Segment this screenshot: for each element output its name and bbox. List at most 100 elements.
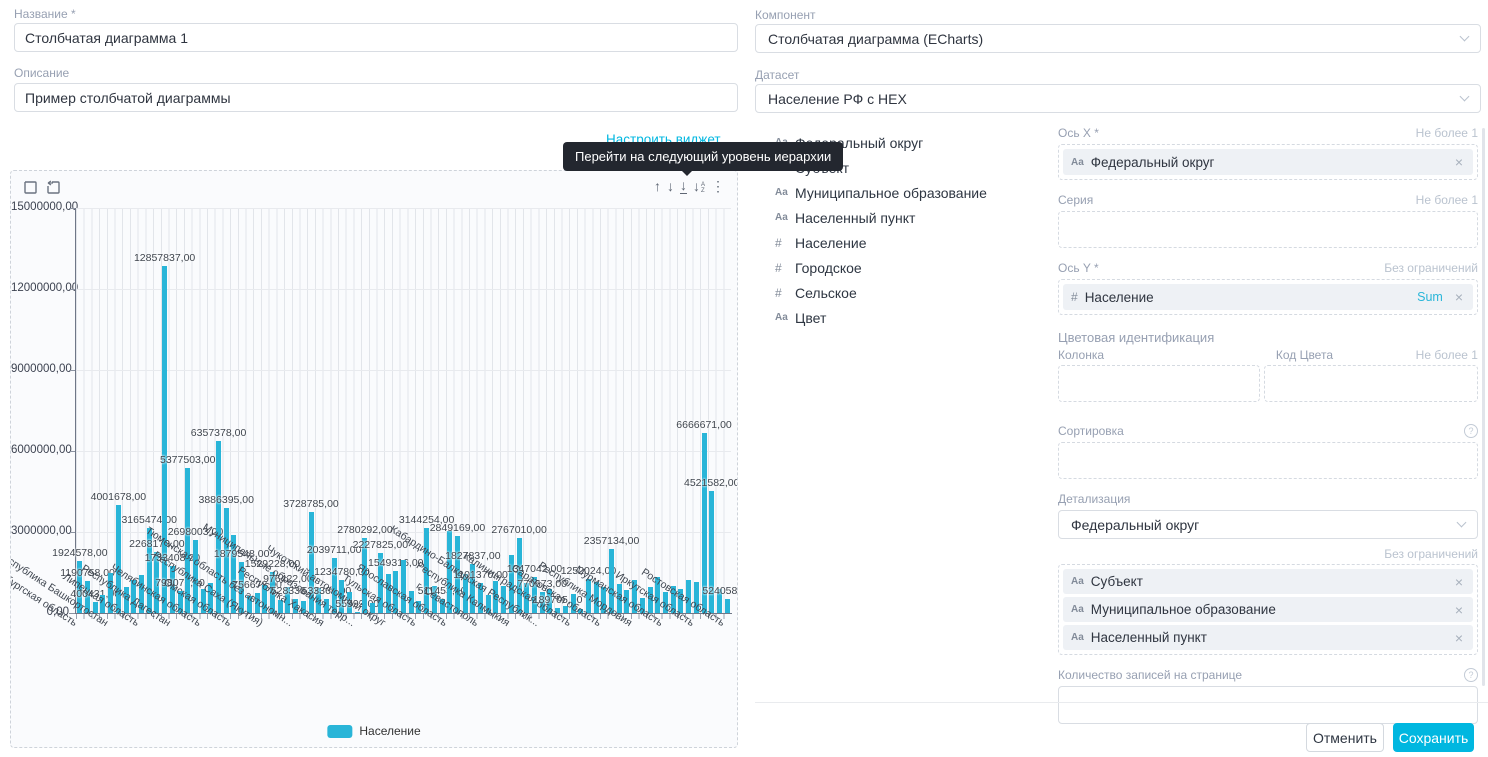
component-select[interactable]: Столбчатая диаграмма (ECharts): [755, 24, 1481, 53]
widget-config-panel: Ось X * Не более 1 Aa Федеральный округ …: [1058, 120, 1478, 724]
text-field-icon: Aa: [1071, 157, 1084, 168]
sorting-label: Сортировка: [1058, 424, 1124, 438]
x-axis-label: Ось X *: [1058, 126, 1099, 140]
cancel-button[interactable]: Отменить: [1306, 723, 1384, 752]
y-gridline: [76, 289, 731, 290]
hierarchy-tooltip: Перейти на следующий уровень иерархии: [563, 142, 843, 171]
field-label: Населенный пункт: [795, 210, 915, 226]
arrow-down-to-bar-icon[interactable]: ↓: [680, 178, 687, 194]
help-icon[interactable]: ?: [1464, 668, 1478, 682]
dataset-field-item[interactable]: AaЦвет: [775, 305, 1040, 330]
tooltip-arrow: [681, 170, 693, 176]
y-tick-label: 6000000,00: [11, 444, 69, 456]
y-axis-chip[interactable]: # Население Sum ×: [1063, 284, 1473, 310]
field-label: Цвет: [795, 310, 826, 326]
y-tick-label: 12000000,00: [11, 282, 69, 294]
drilldown-chip[interactable]: AaСубъект×: [1063, 569, 1473, 594]
color-column-label: Колонка: [1058, 348, 1260, 362]
page-size-label: Количество записей на странице: [1058, 668, 1242, 682]
y-axis: 15000000,00 12000000,00 9000000,00 6000000,…: [11, 171, 69, 748]
color-column-dropzone[interactable]: [1058, 365, 1260, 402]
y-tick-label: 9000000,00: [11, 363, 69, 375]
series-dropzone[interactable]: [1058, 211, 1478, 248]
dataset-field-item[interactable]: AaМуниципальное образование: [775, 180, 1040, 205]
number-field-icon: #: [775, 261, 795, 275]
y-tick-label: 3000000,00: [11, 525, 69, 537]
dataset-select[interactable]: Население РФ с HEX: [755, 84, 1481, 113]
color-code-dropzone[interactable]: [1264, 365, 1478, 402]
x-axis-chip[interactable]: Aa Федеральный округ ×: [1063, 149, 1473, 175]
tooltip-text: Перейти на следующий уровень иерархии: [575, 149, 831, 164]
number-field-icon: #: [775, 236, 795, 250]
component-label: Компонент: [755, 8, 816, 22]
bar-value-label: 6357378,00: [191, 427, 246, 439]
bar-value-label: 6666671,00: [676, 419, 731, 431]
x-axis-dropzone[interactable]: Aa Федеральный округ ×: [1058, 144, 1478, 180]
widget-editor: Название * Описание Настроить виджет ↑↓↓…: [0, 0, 1488, 757]
text-field-icon: Aa: [775, 212, 795, 223]
bar-value-label: 2780292,00: [337, 524, 392, 536]
color-limit-hint: Не более 1: [1416, 348, 1478, 362]
remove-icon[interactable]: ×: [1453, 289, 1465, 305]
remove-icon[interactable]: ×: [1453, 630, 1465, 646]
color-ident-label: Цветовая идентификация: [1058, 330, 1478, 345]
drilldown-select[interactable]: Федеральный округ: [1058, 510, 1478, 539]
help-icon[interactable]: ?: [1464, 424, 1478, 438]
chart-card: ↑ ↓ ↓ ↓AZ ⋮ 15000000,00 12000000,00 9000000,00…: [10, 170, 738, 748]
x-axis-chip-label: Федеральный округ: [1091, 155, 1215, 170]
y-gridline: [76, 208, 731, 209]
field-label: Население: [795, 235, 867, 251]
bar-value-label: 2357134,00: [584, 535, 639, 547]
remove-icon[interactable]: ×: [1453, 574, 1465, 590]
bar-value-label: 4001678,00: [91, 491, 146, 503]
bar[interactable]: [725, 599, 730, 613]
y-axis-dropzone[interactable]: # Население Sum ×: [1058, 279, 1478, 315]
text-field-icon: Aa: [1071, 632, 1084, 643]
aggregation-badge[interactable]: Sum: [1417, 290, 1443, 304]
arrow-up-icon[interactable]: ↑: [654, 179, 661, 194]
chevron-down-icon: [1460, 32, 1470, 42]
bar-value-label: 524058,00: [702, 585, 738, 597]
arrow-down-icon[interactable]: ↓: [667, 179, 674, 194]
scrollbar[interactable]: [1482, 128, 1485, 686]
dataset-field-item[interactable]: #Сельское: [775, 280, 1040, 305]
drilldown-chip[interactable]: AaМуниципальное образование×: [1063, 597, 1473, 622]
number-field-icon: #: [775, 286, 795, 300]
field-label: Сельское: [795, 285, 857, 301]
bar-value-label: 3728785,00: [283, 498, 338, 510]
dataset-field-item[interactable]: AaНаселенный пункт: [775, 205, 1040, 230]
remove-icon[interactable]: ×: [1453, 602, 1465, 618]
y-axis-label: Ось Y *: [1058, 261, 1099, 275]
drilldown-dropzone[interactable]: AaСубъект× AaМуниципальное образование× Aa…: [1058, 564, 1478, 655]
drilldown-limit-hint: Без ограничений: [1058, 547, 1478, 561]
save-button[interactable]: Сохранить: [1393, 723, 1474, 752]
text-field-icon: Aa: [775, 312, 795, 323]
dataset-field-item[interactable]: #Население: [775, 230, 1040, 255]
legend-label: Население: [359, 724, 420, 738]
bar-value-label: 5377503,00: [160, 454, 215, 466]
series-label: Серия: [1058, 193, 1093, 207]
bar-value-label: 1924578,00: [52, 547, 107, 559]
dataset-field-item[interactable]: #Городское: [775, 255, 1040, 280]
sorting-dropzone[interactable]: [1058, 442, 1478, 479]
more-vertical-icon[interactable]: ⋮: [711, 179, 725, 194]
legend-item[interactable]: Население: [327, 724, 420, 738]
y-tick-label: 15000000,00: [11, 201, 69, 213]
description-input[interactable]: [14, 83, 738, 112]
chart-toolbar: ↑ ↓ ↓ ↓AZ ⋮: [654, 177, 725, 195]
chevron-down-icon: [1460, 92, 1470, 102]
dataset-label: Датасет: [755, 68, 799, 82]
drilldown-chip-label: Населенный пункт: [1091, 630, 1207, 645]
name-input[interactable]: [14, 23, 738, 52]
bar-value-label: 2849169,00: [430, 522, 485, 534]
y-gridline: [76, 451, 731, 452]
sort-alpha-desc-icon[interactable]: ↓AZ: [693, 179, 705, 194]
remove-icon[interactable]: ×: [1453, 154, 1465, 170]
bar-value-label: 12857837,00: [134, 252, 195, 264]
y-gridline: [76, 370, 731, 371]
drilldown-chip[interactable]: Aa Населенный пункт ×: [1063, 625, 1473, 650]
page-size-input[interactable]: [1058, 686, 1478, 724]
bar-value-label: 2767010,00: [491, 524, 546, 536]
sort-letters: AZ: [701, 182, 705, 194]
series-limit-hint: Не более 1: [1416, 193, 1478, 207]
